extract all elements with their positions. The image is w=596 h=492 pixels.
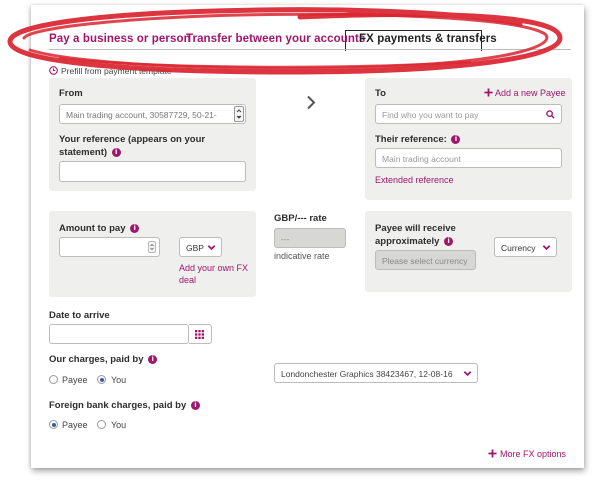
your-reference-label: Your reference (appears on your bbox=[59, 134, 206, 145]
chevron-down-icon bbox=[463, 371, 472, 377]
payee-receive-field: Please select currency bbox=[375, 250, 476, 270]
to-label: To bbox=[375, 88, 386, 99]
calendar-icon bbox=[195, 330, 204, 339]
receive-currency-select[interactable]: Currency bbox=[494, 237, 557, 257]
search-icon[interactable] bbox=[546, 110, 555, 119]
our-charges-payee-radio[interactable] bbox=[49, 375, 58, 384]
amount-currency-select[interactable]: GBP bbox=[179, 237, 222, 257]
amount-input[interactable] bbox=[59, 237, 160, 257]
fx-deal-link-2[interactable]: deal bbox=[179, 275, 196, 285]
add-new-payee-link[interactable]: Add a new Payee bbox=[495, 88, 566, 98]
amount-label: Amount to pay i bbox=[59, 223, 140, 234]
foreign-charges-you-radio[interactable] bbox=[97, 420, 106, 429]
payee-receive-label-2: approximately i bbox=[375, 236, 454, 247]
chevron-right-icon bbox=[307, 95, 316, 110]
foreign-charges-label: Foreign bank charges, paid by i bbox=[49, 400, 200, 411]
more-fx-options-link[interactable]: More FX options bbox=[500, 449, 566, 459]
rate-label: GBP/--- rate bbox=[274, 213, 327, 224]
tab-transfer[interactable]: Transfer between your accounts bbox=[186, 33, 365, 45]
spinner-icon[interactable] bbox=[148, 241, 156, 253]
info-icon[interactable]: i bbox=[444, 237, 454, 246]
foreign-charges-payee-radio[interactable] bbox=[49, 420, 58, 429]
fx-deal-link[interactable]: Add your own FX bbox=[179, 263, 248, 273]
from-account-value: Main trading account, 30587729, 50-21- bbox=[66, 110, 217, 120]
date-input[interactable] bbox=[49, 324, 189, 344]
plus-icon bbox=[484, 88, 493, 97]
our-charges-you-label: You bbox=[111, 375, 127, 385]
info-icon[interactable]: i bbox=[130, 224, 140, 233]
amount-currency-value: GBP bbox=[186, 243, 204, 253]
clock-icon bbox=[49, 66, 58, 75]
payee-search-placeholder: Find who you want to pay bbox=[382, 110, 479, 120]
foreign-charges-you-label: You bbox=[111, 420, 127, 430]
info-icon[interactable]: i bbox=[111, 148, 121, 157]
calendar-button[interactable] bbox=[189, 324, 212, 344]
receive-currency-value: Currency bbox=[501, 243, 536, 253]
indicative-rate-note: indicative rate bbox=[274, 251, 330, 261]
chevron-down-icon bbox=[207, 245, 216, 251]
payee-receive-label: Payee will receive bbox=[375, 223, 456, 234]
tab-pay-business[interactable]: Pay a business or person bbox=[49, 33, 191, 45]
our-charges-label: Our charges, paid by i bbox=[49, 354, 158, 365]
extended-reference-link[interactable]: Extended reference bbox=[375, 175, 454, 185]
their-reference-input[interactable]: Main trading account bbox=[375, 148, 562, 168]
from-label: From bbox=[59, 88, 83, 99]
info-icon[interactable]: i bbox=[148, 355, 158, 364]
foreign-charges-payee-label: Payee bbox=[62, 420, 88, 430]
prefill-template-link[interactable]: Prefill from payment template bbox=[61, 66, 172, 76]
tab-fx-payments[interactable]: FX payments & transfers bbox=[359, 33, 497, 45]
tab-divider bbox=[49, 49, 571, 50]
charges-account-select[interactable]: Londonchester Graphics 38423467, 12-08-1… bbox=[274, 363, 478, 383]
info-icon[interactable]: i bbox=[190, 401, 200, 410]
date-label: Date to arrive bbox=[49, 310, 110, 321]
chevron-down-icon bbox=[542, 245, 551, 251]
plus-icon bbox=[488, 449, 497, 458]
their-reference-label: Their reference: i bbox=[375, 134, 461, 145]
your-reference-label-2: statement) i bbox=[59, 147, 121, 158]
your-reference-input[interactable] bbox=[59, 161, 246, 182]
charges-account-value: Londonchester Graphics 38423467, 12-08-1… bbox=[281, 369, 453, 379]
our-charges-you-radio[interactable] bbox=[97, 375, 106, 384]
payee-search-input[interactable]: Find who you want to pay bbox=[375, 104, 562, 124]
spinner-icon bbox=[234, 106, 244, 122]
from-account-select[interactable]: Main trading account, 30587729, 50-21- bbox=[59, 104, 246, 124]
rate-field: --- bbox=[274, 228, 346, 248]
our-charges-payee-label: Payee bbox=[62, 375, 88, 385]
info-icon[interactable]: i bbox=[451, 135, 461, 144]
